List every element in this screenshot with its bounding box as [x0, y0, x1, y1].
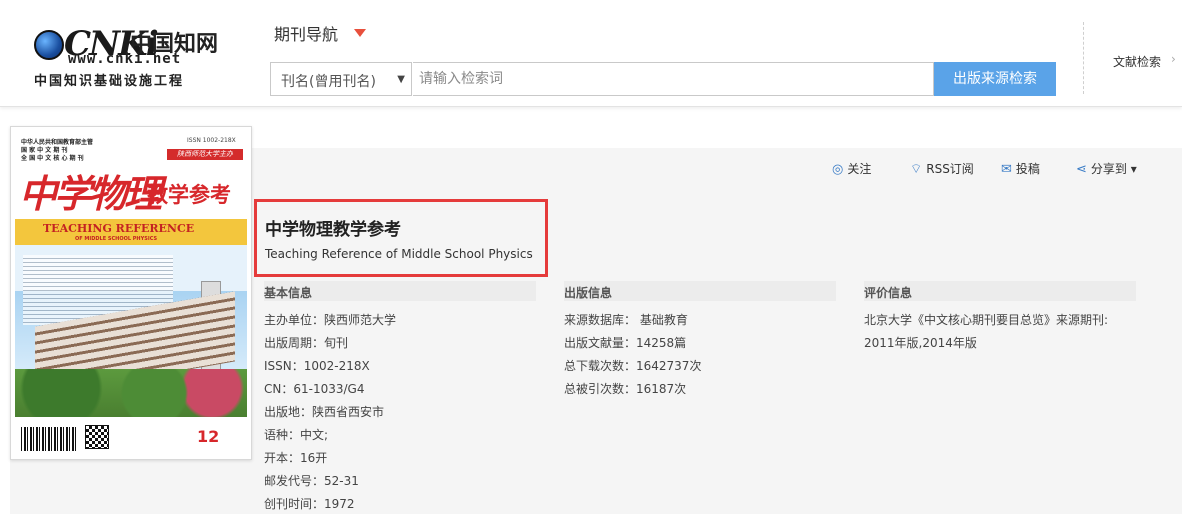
- basic-info-row: 出版周期：旬刊: [264, 336, 349, 350]
- publish-info-heading-text: 出版信息: [564, 286, 613, 300]
- eval-info-heading: 评价信息: [864, 281, 1136, 301]
- basic-info-row: CN：61-1033/G4: [264, 382, 365, 396]
- cover-title-secondary: 教学参考: [147, 183, 231, 207]
- journal-nav-menu[interactable]: 期刊导航: [274, 21, 338, 45]
- journal-title-en: Teaching Reference of Middle School Phys…: [265, 247, 533, 261]
- envelope-icon: ✉: [1001, 162, 1012, 177]
- submit-link[interactable]: ✉ 投稿: [1001, 160, 1040, 177]
- basic-info-row: ISSN：1002-218X: [264, 359, 370, 373]
- top-header: CNKi 中国知网 www.cnki.net 中国知识基础设施工程 期刊导航 刊…: [0, 0, 1182, 107]
- eval-info-heading-text: 评价信息: [864, 286, 913, 300]
- publish-info-row: 来源数据库： 基础教育: [564, 313, 688, 327]
- share-dropdown[interactable]: ⋖ 分享到 ▾: [1076, 160, 1137, 177]
- cover-title-calligraphy: 中学物理: [19, 171, 162, 216]
- caret-down-icon[interactable]: [354, 29, 366, 37]
- cover-english-subtitle: OF MIDDLE SCHOOL PHYSICS: [75, 236, 158, 242]
- cover-english-title: TEACHING REFERENCE: [43, 222, 195, 235]
- search-button[interactable]: 出版来源检索: [934, 62, 1056, 96]
- cover-issn: ISSN 1002-218X: [187, 137, 236, 144]
- submit-label: 投稿: [1015, 162, 1040, 176]
- globe-icon: [34, 30, 64, 60]
- rss-label: RSS订阅: [926, 162, 974, 176]
- publish-info-row: 出版文献量：14258篇: [564, 336, 687, 350]
- eval-info-row: 2011年版,2014年版: [864, 336, 977, 350]
- follow-link[interactable]: ◎ 关注: [832, 160, 871, 177]
- logo-subtitle: 中国知识基础设施工程: [34, 74, 185, 89]
- basic-info-heading-text: 基本信息: [264, 286, 313, 300]
- select-arrow-icon: ▼: [397, 74, 405, 85]
- basic-info-row: 出版地：陕西省西安市: [264, 405, 385, 419]
- cnki-logo[interactable]: CNKi 中国知网 www.cnki.net 中国知识基础设施工程: [30, 18, 220, 90]
- cover-red-band: 陕西师范大学主办: [167, 149, 243, 160]
- search-field-value: 刊名(曾用刊名): [281, 74, 376, 90]
- header-divider: [1083, 22, 1084, 94]
- eye-icon: ◎: [832, 162, 844, 177]
- basic-info-row: 开本：16开: [264, 451, 328, 465]
- share-label: 分享到 ▾: [1090, 162, 1137, 176]
- barcode-icon: [21, 427, 77, 451]
- publish-info-heading: 出版信息: [564, 281, 836, 301]
- share-icon: ⋖: [1076, 162, 1087, 177]
- journal-cover-image: 中华人民共和国教育部主管 国 家 中 文 期 刊 全 国 中 文 核 心 期 刊…: [10, 126, 252, 460]
- basic-info-heading: 基本信息: [264, 281, 536, 301]
- journal-title-cn: 中学物理教学参考: [265, 220, 401, 240]
- basic-info-row: 邮发代号：52-31: [264, 474, 359, 488]
- cover-artwork: 中华人民共和国教育部主管 国 家 中 文 期 刊 全 国 中 文 核 心 期 刊…: [15, 131, 247, 455]
- chevron-right-icon[interactable]: ›: [1171, 52, 1176, 66]
- eval-info-row: 北京大学《中文核心期刊要目总览》来源期刊:: [864, 313, 1109, 327]
- basic-info-row: 主办单位：陕西师范大学: [264, 313, 397, 327]
- publish-info-row: 总下载次数：1642737次: [564, 359, 702, 373]
- basic-info-row: 语种：中文;: [264, 428, 329, 442]
- publish-info-row: 总被引次数：16187次: [564, 382, 687, 396]
- follow-label: 关注: [847, 162, 872, 176]
- search-field-select[interactable]: 刊名(曾用刊名) ▼: [270, 62, 412, 96]
- cover-trees: [15, 369, 247, 417]
- literature-search-link[interactable]: 文献检索: [1113, 53, 1161, 70]
- logo-url: www.cnki.net: [68, 51, 182, 67]
- rss-icon: ⌔: [910, 162, 923, 177]
- rss-link[interactable]: ⌔ RSS订阅: [910, 160, 974, 177]
- cover-issue-number: 12: [197, 427, 220, 446]
- basic-info-row: 创刊时间：1972: [264, 497, 355, 511]
- search-input[interactable]: [413, 62, 934, 96]
- qr-code-icon: [85, 425, 109, 449]
- cover-top-lines: 中华人民共和国教育部主管 国 家 中 文 期 刊 全 国 中 文 核 心 期 刊: [21, 139, 94, 162]
